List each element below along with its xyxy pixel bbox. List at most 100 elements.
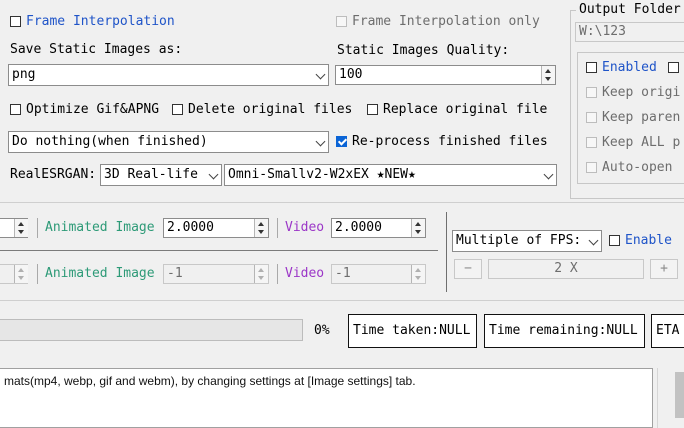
keep-origin-label[interactable]: Keep origi [602,85,680,101]
spin-up-icon [18,268,24,272]
fps-multiplier-input[interactable]: 2 X [488,259,644,279]
chevron-down-icon [208,169,219,180]
keep-origin-checkbox[interactable] [586,87,597,98]
spin-up-icon [545,69,551,73]
spin-up-icon [415,222,421,226]
fps-enable-checkbox[interactable] [609,235,620,246]
eta-label: ETA [656,323,680,338]
separator [37,264,38,284]
log-scrollbar[interactable] [657,368,684,428]
static-image-format-select[interactable]: png [8,64,329,86]
fps-mode-select[interactable]: Multiple of FPS: [452,230,602,252]
spin-down-icon [415,230,421,234]
frame-interpolation-checkbox[interactable] [10,16,21,27]
spin-up-icon [415,268,421,272]
auto-open-checkbox[interactable] [586,162,597,173]
finish-action-value: Do nothing(when finished) [12,134,208,149]
replace-original-checkbox[interactable] [367,104,378,115]
spin-down-icon [18,276,24,280]
spin-down-icon [545,77,551,81]
spin-up-icon [18,222,24,226]
output-enabled-label[interactable]: Enabled [602,60,657,76]
log-text: mats(mp4, webp, gif and webm), by changi… [4,374,416,388]
output-folder-title: Output Folder [576,2,684,18]
optimize-gif-checkbox[interactable] [10,104,21,115]
eta-box: ETA [651,314,684,348]
section-divider [0,300,684,301]
frame-interpolation-only-checkbox[interactable] [336,16,347,27]
video-resolution-spinner[interactable] [411,265,425,283]
spin-up-icon [258,268,264,272]
reprocess-finished-label[interactable]: Re-process finished files [352,134,548,150]
video-scale-spinner[interactable] [411,219,425,237]
separator [277,264,278,284]
time-taken-box: Time taken:NULL [348,314,477,348]
optimize-gif-label[interactable]: Optimize Gif&APNG [26,102,159,118]
realesrgan-model-value: Omni-Smallv2-W2xEX ★NEW★ [228,167,416,182]
output-extra-checkbox[interactable] [668,62,679,73]
animated-image-resolution-value: -1 [167,266,183,281]
image-resolution-spinner[interactable] [14,265,28,283]
video-scale-value: 2.0000 [335,220,382,235]
progress-percent: 0% [314,323,330,338]
chevron-down-icon [588,235,599,246]
spin-up-icon [258,222,264,226]
fps-plus-button[interactable]: + [650,259,678,279]
scrollbar-thumb[interactable] [675,372,684,418]
progress-bar [0,319,303,341]
spin-down-icon [258,230,264,234]
delete-original-checkbox[interactable] [172,104,183,115]
time-remaining-label: Time remaining:NULL [489,323,638,338]
fps-multiplier-value: 2 X [554,261,578,276]
video-scale-label: Video [285,220,325,235]
realesrgan-model-select[interactable]: Omni-Smallv2-W2xEX ★NEW★ [224,164,557,186]
delete-original-label[interactable]: Delete original files [188,102,352,118]
spin-down-icon [415,276,421,280]
animated-image-scale-value: 2.0000 [167,220,214,235]
frame-interpolation-only-label[interactable]: Frame Interpolation only [352,14,540,30]
chevron-down-icon [543,169,554,180]
scale-row-divider [0,250,438,251]
chevron-down-icon [315,69,326,80]
vertical-divider [446,212,447,292]
quality-spinner[interactable] [541,66,555,84]
section-divider [0,202,684,203]
finish-action-select[interactable]: Do nothing(when finished) [8,131,329,153]
chevron-down-icon [315,136,326,147]
save-static-images-label: Save Static Images as: [10,42,183,57]
separator [277,218,278,238]
separator [37,218,38,238]
keep-parent-label[interactable]: Keep paren [602,110,680,126]
animated-image-scale-spinner[interactable] [254,219,268,237]
realesrgan-model-type-value: 3D Real-life [104,167,198,182]
replace-original-label[interactable]: Replace original file [383,102,547,118]
keep-all-checkbox[interactable] [586,137,597,148]
static-image-format-value: png [12,67,36,82]
video-resolution-label: Video [285,266,325,281]
fps-minus-button[interactable]: − [454,259,482,279]
keep-parent-checkbox[interactable] [586,112,597,123]
keep-all-label[interactable]: Keep ALL p [602,135,680,151]
auto-open-label[interactable]: Auto-open [602,160,672,176]
time-remaining-box: Time remaining:NULL [484,314,645,348]
animated-image-resolution-spinner[interactable] [254,265,268,283]
image-scale-spinner[interactable] [14,219,28,237]
video-resolution-value: -1 [335,266,351,281]
spin-down-icon [18,230,24,234]
animated-image-scale-label: Animated Image [45,220,155,235]
realesrgan-label: RealESRGAN: [10,167,97,182]
realesrgan-model-type-select[interactable]: 3D Real-life [100,164,222,186]
reprocess-finished-checkbox[interactable] [336,136,347,147]
frame-interpolation-label[interactable]: Frame Interpolation [26,14,175,30]
log-textbox[interactable]: mats(mp4, webp, gif and webm), by changi… [0,368,653,428]
static-images-quality-input[interactable]: 100 [335,65,556,85]
spin-down-icon [258,276,264,280]
time-taken-label: Time taken:NULL [353,323,471,338]
fps-enable-label[interactable]: Enable [625,233,672,249]
static-images-quality-label: Static Images Quality: [337,43,510,58]
fps-mode-value: Multiple of FPS: [456,233,582,248]
animated-image-resolution-label: Animated Image [45,266,155,281]
output-enabled-checkbox[interactable] [586,62,597,73]
static-images-quality-value: 100 [339,67,363,82]
output-folder-path[interactable]: W:\123 [575,22,684,42]
